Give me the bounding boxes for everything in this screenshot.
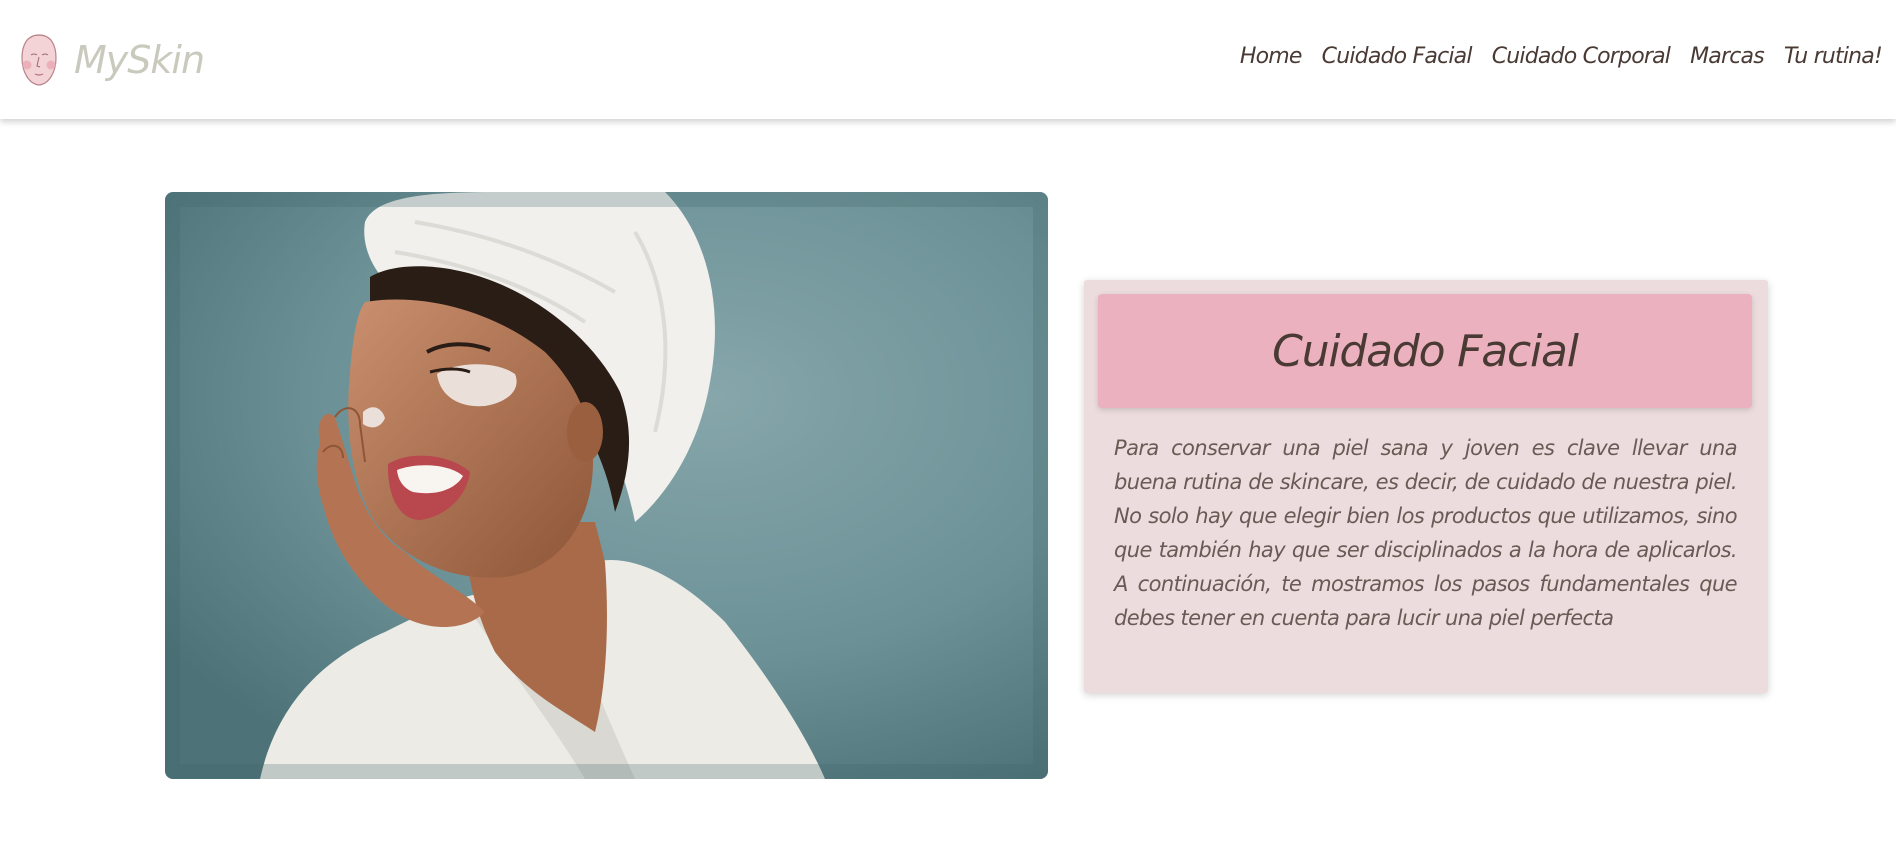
face-icon (21, 34, 57, 86)
main-content: Cuidado Facial Para conservar una piel s… (0, 119, 1896, 847)
main-nav: Home Cuidado Facial Cuidado Corporal Mar… (1220, 36, 1883, 76)
card-text: Para conservar una piel sana y joven es … (1114, 436, 1738, 630)
hero-photo (165, 192, 1048, 779)
nav-cuidado-corporal[interactable]: Cuidado Corporal (1492, 44, 1671, 69)
navbar: MySkin Home Cuidado Facial Cuidado Corpo… (0, 0, 1896, 119)
nav-tu-rutina[interactable]: Tu rutina! (1784, 44, 1883, 69)
info-card: Cuidado Facial Para conservar una piel s… (1084, 280, 1768, 693)
brand-link[interactable]: MySkin (18, 32, 205, 88)
card-title: Cuidado Facial (1272, 325, 1579, 377)
nav-cuidado-facial[interactable]: Cuidado Facial (1322, 44, 1473, 69)
woman-skincare-illustration (165, 192, 1048, 779)
nav-home[interactable]: Home (1240, 44, 1303, 69)
brand-name: MySkin (74, 38, 205, 82)
nav-marcas[interactable]: Marcas (1690, 44, 1765, 69)
card-header: Cuidado Facial (1098, 294, 1752, 408)
